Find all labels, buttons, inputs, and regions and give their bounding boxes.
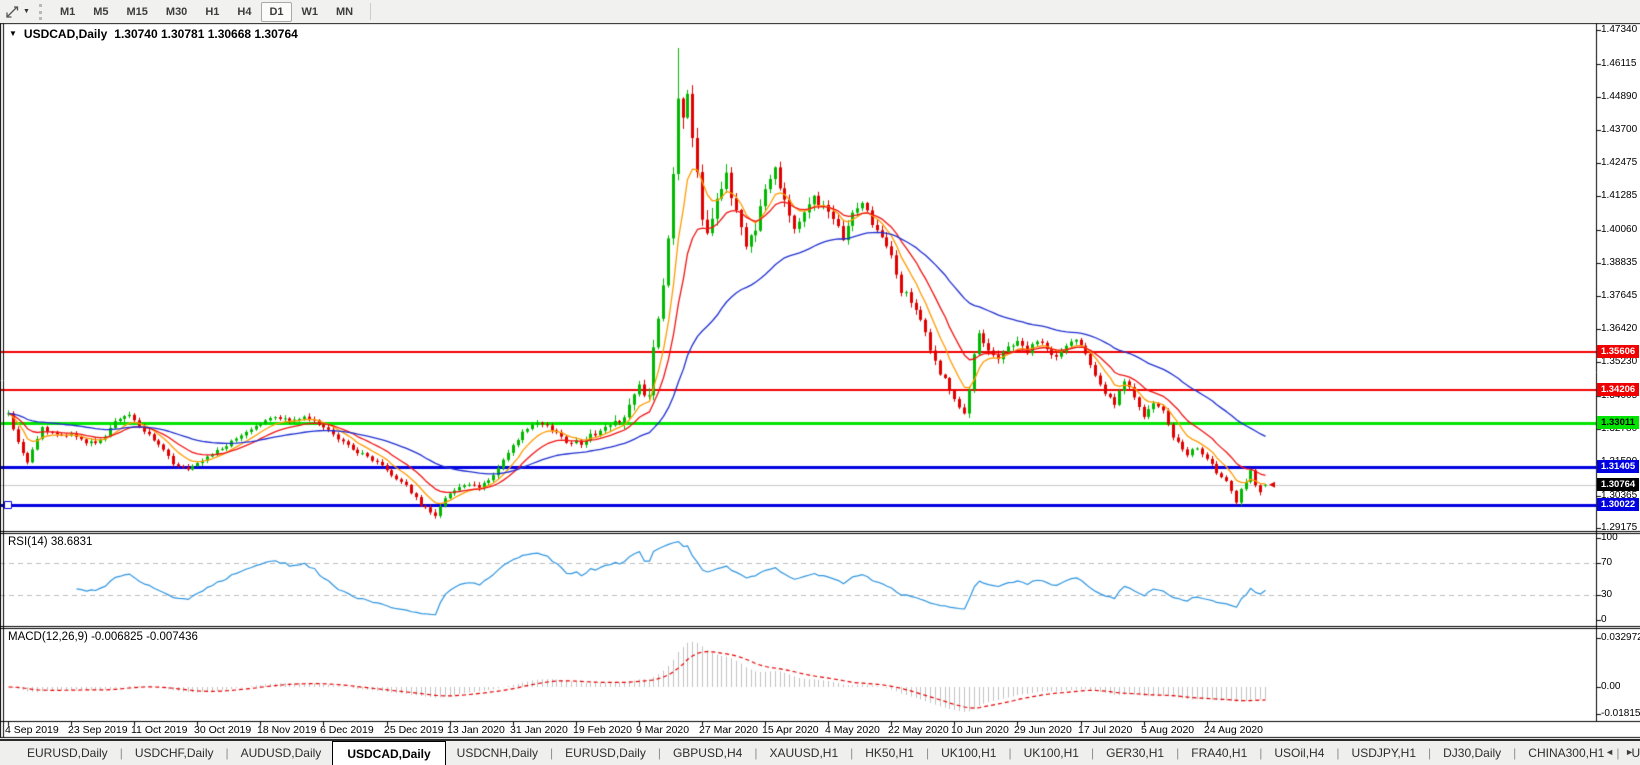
macd-axis-tick-label: -0.018154 xyxy=(1601,708,1640,719)
cursor-tool-glyph xyxy=(5,6,18,18)
chart-title: ▼ USDCAD,Daily 1.30740 1.30781 1.30668 1… xyxy=(9,27,298,41)
rsi-label: RSI(14) 38.6831 xyxy=(8,536,93,548)
toolbar-separator xyxy=(370,3,372,20)
date-axis-label: 15 Apr 2020 xyxy=(762,724,819,736)
tab-scroll-right-icon[interactable]: ► xyxy=(1625,747,1634,757)
date-axis-label: 17 Jul 2020 xyxy=(1078,724,1133,736)
chart-tab-ger30-h1[interactable]: GER30,H1 xyxy=(1095,741,1175,765)
hline-price-badge: 1.33011 xyxy=(1597,416,1639,429)
timeframe-button-m1[interactable]: M1 xyxy=(52,2,83,22)
price-axis-tick-label: 1.44890 xyxy=(1601,91,1638,102)
chart-tab-china300-h1[interactable]: CHINA300,H1 xyxy=(1517,741,1615,765)
chart-symbol-label: USDCAD,Daily xyxy=(23,27,108,41)
price-axis-tick-label: 1.40060 xyxy=(1601,224,1638,235)
date-axis-label: 19 Feb 2020 xyxy=(573,724,632,736)
chart-tab-dj30-daily[interactable]: DJ30,Daily xyxy=(1432,741,1512,765)
date-axis-label: 22 May 2020 xyxy=(888,724,949,736)
timeframe-button-d1[interactable]: D1 xyxy=(261,1,292,22)
chart-tab-xauusd-h1[interactable]: XAUUSD,H1 xyxy=(758,741,849,765)
price-axis-tick-label: 1.47340 xyxy=(1601,24,1638,35)
date-axis-label: 5 Aug 2020 xyxy=(1141,724,1195,736)
price-axis-tick-label: 1.43700 xyxy=(1601,124,1638,135)
mt4-window: ▼ M1 M5 M15 M30 H1 H4 D1 W1 MN ▼ USDCAD,Daily 1.… xyxy=(0,0,1640,765)
chart-tab-usdcnh-daily[interactable]: USDCNH,Daily xyxy=(446,741,549,765)
date-axis-label: 25 Dec 2019 xyxy=(384,724,444,736)
price-axis-tick-label: 1.36420 xyxy=(1601,323,1638,334)
chart-tab-uk100-h1[interactable]: UK100,H1 xyxy=(1013,741,1090,765)
chart-canvas[interactable] xyxy=(0,0,1640,765)
tab-scroll-buttons: ◄ ► xyxy=(1605,741,1634,763)
date-axis-label: 4 Sep 2019 xyxy=(5,724,59,736)
chart-tab-uk100-h1[interactable]: UK100,H1 xyxy=(930,741,1007,765)
chart-tab-hk50-h1[interactable]: HK50,H1 xyxy=(854,741,925,765)
date-axis-label: 24 Aug 2020 xyxy=(1204,724,1263,736)
timeframe-button-w1[interactable]: W1 xyxy=(294,2,327,22)
timeframe-button-m15[interactable]: M15 xyxy=(119,2,156,22)
timeframe-button-h4[interactable]: H4 xyxy=(229,2,259,22)
timeframe-button-mn[interactable]: MN xyxy=(328,2,361,22)
timeframe-buttons: M1 M5 M15 M30 H1 H4 D1 W1 MN xyxy=(51,1,362,22)
macd-axis-tick-label: 0.00 xyxy=(1601,681,1621,692)
tab-scroll-left-icon[interactable]: ◄ xyxy=(1605,747,1614,757)
chart-ohlc-values: 1.30740 1.30781 1.30668 1.30764 xyxy=(114,27,298,41)
date-axis-label: 6 Dec 2019 xyxy=(320,724,374,736)
date-axis-label: 9 Mar 2020 xyxy=(636,724,690,736)
price-axis-tick-label: 1.42475 xyxy=(1601,157,1638,168)
hline-price-badge: 1.35606 xyxy=(1597,345,1639,358)
timeframe-button-h1[interactable]: H1 xyxy=(197,2,227,22)
date-axis-label: 27 Mar 2020 xyxy=(699,724,758,736)
hline-price-badge: 1.31405 xyxy=(1597,460,1639,473)
rsi-axis-tick-label: 30 xyxy=(1601,589,1613,600)
date-axis-label: 10 Jun 2020 xyxy=(951,724,1009,736)
toolbar: ▼ M1 M5 M15 M30 H1 H4 D1 W1 MN xyxy=(0,0,1640,23)
date-axis-label: 23 Sep 2019 xyxy=(68,724,128,736)
timeframe-button-m30[interactable]: M30 xyxy=(158,2,195,22)
chart-tab-audusd-daily[interactable]: AUDUSD,Daily xyxy=(230,741,333,765)
price-axis-tick-label: 1.37645 xyxy=(1601,290,1638,301)
current-price-badge: 1.30764 xyxy=(1597,478,1639,491)
chart-tab-gbpusd-h4[interactable]: GBPUSD,H4 xyxy=(662,741,753,765)
price-axis-tick-label: 1.46115 xyxy=(1601,58,1637,69)
timeframe-button-m5[interactable]: M5 xyxy=(85,2,116,22)
rsi-axis-tick-label: 70 xyxy=(1601,557,1613,568)
date-axis-label: 13 Jan 2020 xyxy=(447,724,505,736)
rsi-axis-tick-label: 100 xyxy=(1601,532,1618,543)
date-axis-label: 11 Oct 2019 xyxy=(131,724,188,736)
chart-tab-usdchf-daily[interactable]: USDCHF,Daily xyxy=(124,741,225,765)
price-axis-tick-label: 1.41285 xyxy=(1601,190,1638,201)
toolbar-grip xyxy=(38,3,42,20)
macd-label: MACD(12,26,9) -0.006825 -0.007436 xyxy=(8,631,198,643)
chart-tab-usdjpy-h1[interactable]: USDJPY,H1 xyxy=(1341,741,1427,765)
date-axis-label: 4 May 2020 xyxy=(825,724,880,736)
rsi-axis-tick-label: 0 xyxy=(1601,614,1607,625)
chart-tab-usdcad-daily[interactable]: USDCAD,Daily xyxy=(332,741,446,765)
cursor-tool-icon[interactable] xyxy=(3,4,21,20)
chart-tab-bar: EURUSD,Daily | USDCHF,Daily | AUDUSD,Daily US… xyxy=(0,739,1640,765)
price-axis-tick-label: 1.38835 xyxy=(1601,257,1638,268)
chart-tab-fra40-h1[interactable]: FRA40,H1 xyxy=(1180,741,1258,765)
date-axis-label: 18 Nov 2019 xyxy=(257,724,317,736)
chart-tab-eurusd-daily[interactable]: EURUSD,Daily xyxy=(16,741,119,765)
macd-axis-tick-label: 0.032972 xyxy=(1601,632,1640,643)
hline-price-badge: 1.30022 xyxy=(1597,498,1639,511)
date-axis-label: 31 Jan 2020 xyxy=(510,724,568,736)
date-axis-label: 30 Oct 2019 xyxy=(194,724,252,736)
date-axis-label: 29 Jun 2020 xyxy=(1014,724,1072,736)
tool-dropdown-caret-icon[interactable]: ▼ xyxy=(23,8,30,15)
chart-tab-usoil-h4[interactable]: USOil,H4 xyxy=(1263,741,1335,765)
hline-price-badge: 1.34206 xyxy=(1597,383,1639,396)
chart-collapse-icon[interactable]: ▼ xyxy=(9,29,17,39)
chart-tab-eurusd-daily[interactable]: EURUSD,Daily xyxy=(554,741,657,765)
